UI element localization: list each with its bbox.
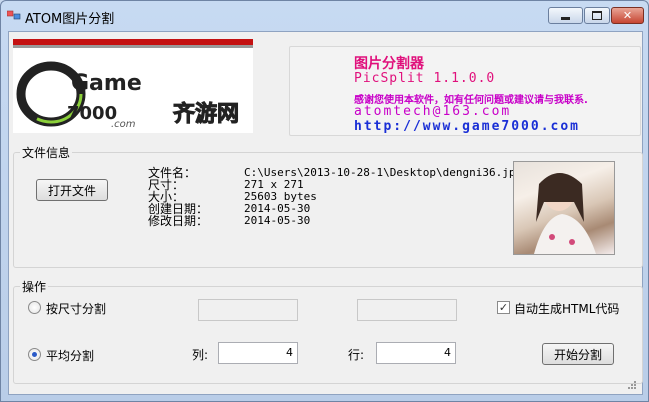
- about-panel: 图片分割器 PicSplit 1.1.0.0 感谢您使用本软件，如有任何问题或建…: [289, 46, 641, 136]
- logo-number-text: 7000: [67, 103, 117, 124]
- file-info-group: 文件信息 打开文件 文件名： C:\Users\2013-10-28-1\Des…: [13, 144, 643, 268]
- resize-grip-icon[interactable]: [626, 379, 636, 389]
- maximize-button[interactable]: [584, 7, 610, 24]
- window-title: ATOM图片分割: [25, 12, 115, 27]
- logo-banner: Game 7000 .com 齐游网: [13, 39, 253, 133]
- file-info-legend: 文件信息: [22, 146, 71, 160]
- split-by-size-radio[interactable]: [28, 301, 41, 314]
- about-title: 图片分割器: [354, 56, 424, 72]
- columns-label: 列:: [192, 348, 209, 362]
- rows-input[interactable]: 4: [376, 342, 456, 364]
- modified-date-label: 修改日期：: [148, 214, 209, 228]
- image-preview: [513, 161, 615, 255]
- operations-group: 操作 按尺寸分割 ✓ 自动生成HTML代码 平均分割 列: 4 行: 4 开始分…: [13, 278, 643, 384]
- app-window: ATOM图片分割 ✕ Game 7000 .com 齐游网 图片分割器 PicS…: [0, 0, 649, 402]
- about-email: atomtech@163.com: [354, 104, 512, 119]
- auto-html-checkbox[interactable]: ✓: [497, 301, 510, 314]
- split-even-radio[interactable]: [28, 348, 41, 361]
- close-icon: ✕: [622, 9, 633, 22]
- rows-label: 行:: [348, 348, 365, 362]
- open-file-button[interactable]: 打开文件: [36, 179, 108, 201]
- about-version: PicSplit 1.1.0.0: [354, 71, 496, 86]
- preview-picture: [534, 173, 596, 254]
- split-even-label[interactable]: 平均分割: [46, 347, 94, 364]
- start-split-button[interactable]: 开始分割: [542, 343, 614, 365]
- about-url: http://www.game7000.com: [354, 119, 581, 134]
- logo-graphic: Game 7000 .com 齐游网: [16, 61, 240, 130]
- operations-legend: 操作: [22, 280, 47, 294]
- minimize-button[interactable]: [548, 7, 583, 24]
- close-button[interactable]: ✕: [611, 7, 644, 24]
- columns-input[interactable]: 4: [218, 342, 298, 364]
- split-by-size-label[interactable]: 按尺寸分割: [46, 300, 106, 317]
- maximize-icon: [592, 11, 602, 20]
- minimize-icon: [561, 17, 570, 20]
- auto-html-label[interactable]: 自动生成HTML代码: [514, 300, 619, 317]
- split-height-input[interactable]: [357, 299, 457, 321]
- logo-com-text: .com: [111, 119, 136, 130]
- logo-brand-text: 齐游网: [173, 101, 239, 127]
- modified-date-value: 2014-05-30: [244, 214, 311, 227]
- logo-game-text: Game: [71, 71, 142, 96]
- main-panel: Game 7000 .com 齐游网 图片分割器 PicSplit 1.1.0.…: [8, 31, 643, 395]
- app-icon: [7, 10, 21, 20]
- title-bar[interactable]: ATOM图片分割 ✕: [1, 1, 648, 31]
- split-width-input[interactable]: [198, 299, 298, 321]
